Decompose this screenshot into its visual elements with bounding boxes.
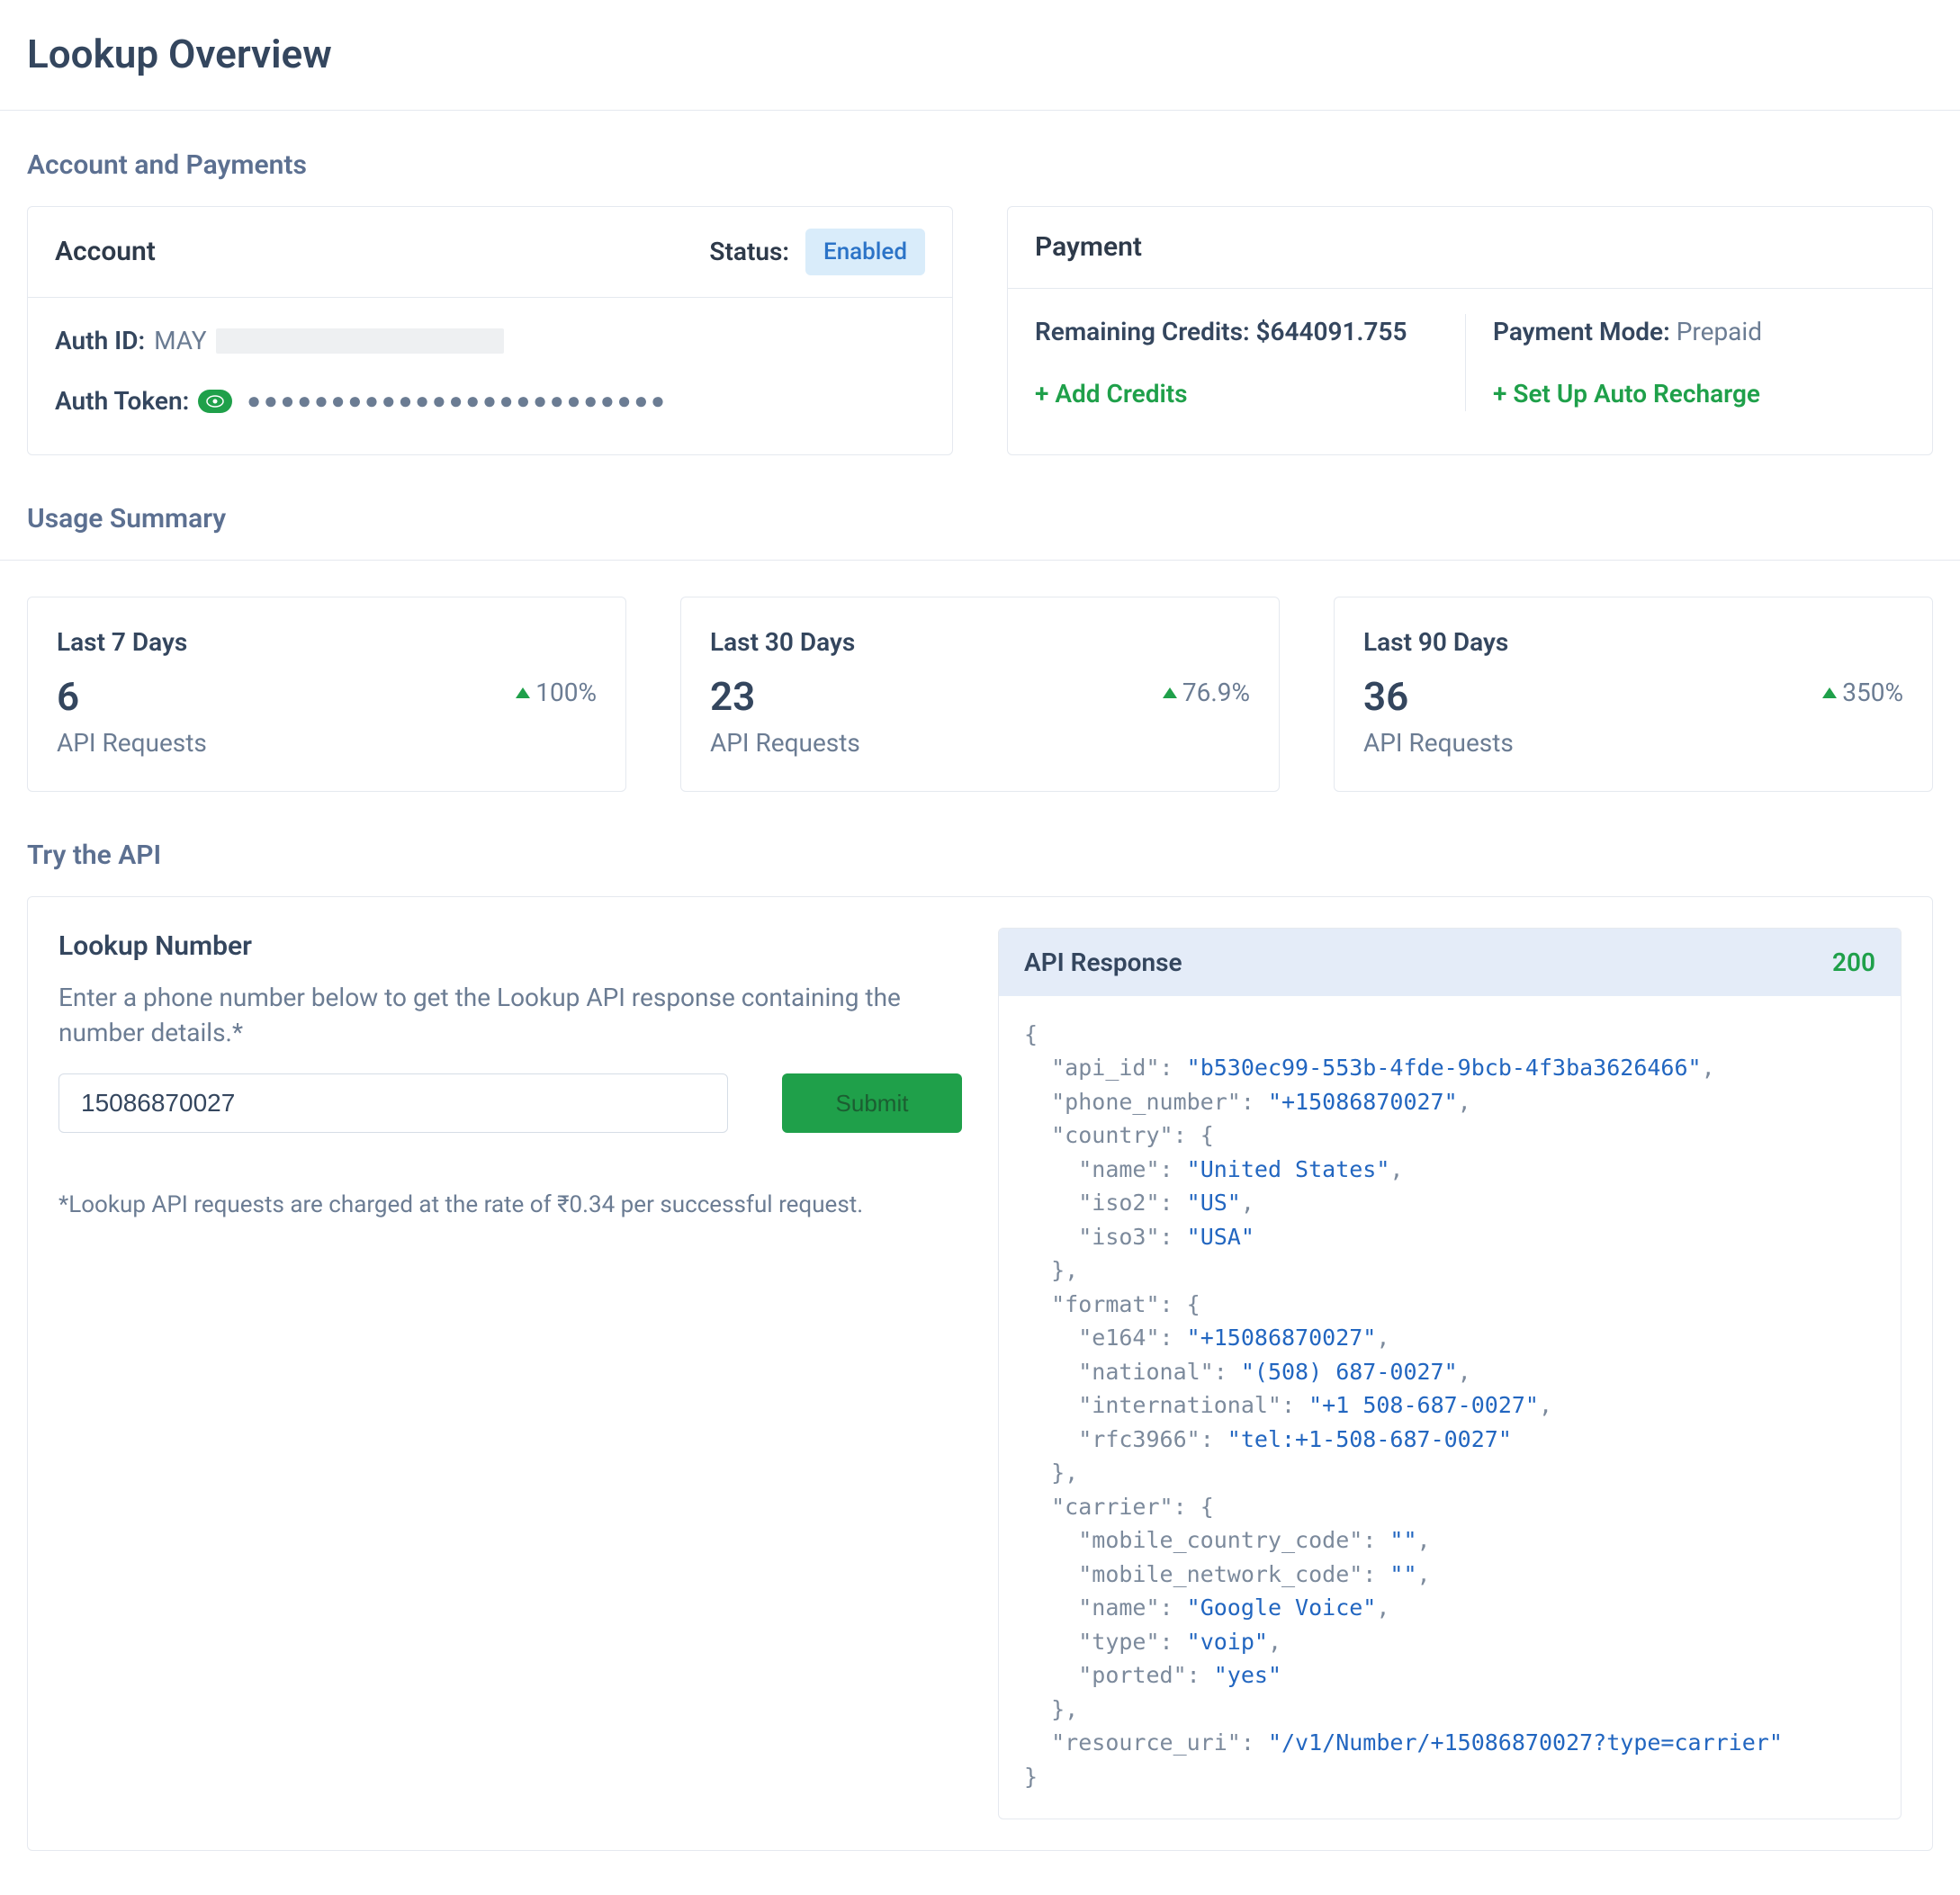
usage-change-value: 350% <box>1842 675 1903 710</box>
payment-mode-label: Payment Mode: <box>1493 317 1670 346</box>
usage-change: 100% <box>516 675 597 710</box>
arrow-up-icon <box>516 687 530 698</box>
usage-card-30d: Last 30 Days 23 API Requests 76.9% <box>680 597 1280 791</box>
api-response-status: 200 <box>1832 945 1875 980</box>
usage-change: 76.9% <box>1163 675 1250 710</box>
usage-sub: API Requests <box>710 725 1250 760</box>
try-api-panel: Lookup Number Enter a phone number below… <box>27 896 1933 1852</box>
usage-card-7d: Last 7 Days 6 API Requests 100% <box>27 597 626 791</box>
usage-period: Last 30 Days <box>710 624 1250 660</box>
arrow-up-icon <box>1822 687 1837 698</box>
section-usage-heading: Usage Summary <box>27 500 1933 538</box>
payment-panel-title: Payment <box>1035 229 1142 266</box>
phone-number-input[interactable] <box>58 1073 728 1133</box>
usage-change-value: 76.9% <box>1182 675 1250 710</box>
remaining-credits-label: Remaining Credits: <box>1035 317 1250 346</box>
submit-button[interactable]: Submit <box>782 1073 962 1133</box>
api-response-title: API Response <box>1024 945 1182 980</box>
api-response-body: { "api_id": "b530ec99-553b-4fde-9bcb-4f3… <box>999 996 1901 1819</box>
account-panel: Account Status: Enabled Auth ID: MAY Aut… <box>27 206 953 456</box>
auth-id-value-prefix: MAY <box>154 323 207 358</box>
lookup-title: Lookup Number <box>58 928 962 965</box>
auth-id-redacted <box>216 328 504 354</box>
lookup-description: Enter a phone number below to get the Lo… <box>58 980 917 1050</box>
usage-change: 350% <box>1822 675 1903 710</box>
usage-card-90d: Last 90 Days 36 API Requests 350% <box>1334 597 1933 791</box>
account-panel-title: Account <box>55 233 156 271</box>
remaining-credits-value: $644091.755 <box>1256 317 1407 346</box>
add-credits-link[interactable]: + Add Credits <box>1035 376 1447 411</box>
arrow-up-icon <box>1163 687 1177 698</box>
status-badge: Enabled <box>805 229 925 275</box>
usage-change-value: 100% <box>535 675 597 710</box>
divider <box>0 110 1960 111</box>
usage-period: Last 7 Days <box>57 624 597 660</box>
auth-token-masked: ●●●●●●●●●●●●●●●●●●●●●●●●● <box>247 385 668 418</box>
lookup-pricing-note: *Lookup API requests are charged at the … <box>58 1189 962 1221</box>
usage-sub: API Requests <box>57 725 597 760</box>
page-title: Lookup Overview <box>27 27 1933 83</box>
usage-sub: API Requests <box>1363 725 1903 760</box>
section-account-payments-heading: Account and Payments <box>27 147 1933 184</box>
payment-panel: Payment Remaining Credits: $644091.755 +… <box>1007 206 1933 456</box>
api-response-box: API Response 200 { "api_id": "b530ec99-5… <box>998 928 1902 1820</box>
section-try-api-heading: Try the API <box>27 837 1933 875</box>
auth-id-label: Auth ID: <box>55 323 145 358</box>
divider <box>0 560 1960 561</box>
usage-period: Last 90 Days <box>1363 624 1903 660</box>
payment-mode-value: Prepaid <box>1677 317 1762 346</box>
eye-icon[interactable] <box>198 390 232 413</box>
auto-recharge-link[interactable]: + Set Up Auto Recharge <box>1493 376 1905 411</box>
status-label: Status: <box>709 234 789 269</box>
auth-token-label: Auth Token: <box>55 383 189 418</box>
